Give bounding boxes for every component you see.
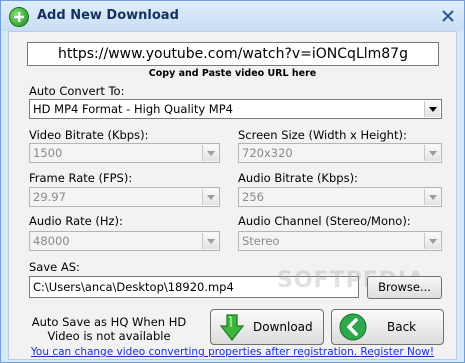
screen-size-select[interactable]: 720x320 <box>238 143 442 163</box>
back-arrow-icon <box>339 313 367 341</box>
auto-convert-select[interactable]: HD MP4 Format - High Quality MP4 <box>29 99 442 119</box>
audio-channel-select[interactable]: Stereo <box>238 231 442 251</box>
audio-rate-select[interactable]: 48000 <box>29 231 220 251</box>
audio-bitrate-value: 256 <box>242 190 264 204</box>
download-button[interactable]: Download <box>210 309 324 345</box>
title-bar: Add New Download <box>1 1 464 31</box>
chevron-down-icon[interactable] <box>424 233 440 249</box>
back-label: Back <box>387 320 417 334</box>
save-as-label: Save AS: <box>29 260 80 274</box>
register-link[interactable]: You can change video converting properti… <box>9 346 456 358</box>
video-bitrate-select[interactable]: 1500 <box>29 143 220 163</box>
auto-convert-value: HD MP4 Format - High Quality MP4 <box>33 102 233 116</box>
download-arrow-icon <box>219 314 245 341</box>
dialog-body: https://www.youtube.com/watch?v=iONCqLlm… <box>8 31 457 360</box>
chevron-down-icon[interactable] <box>202 145 218 161</box>
autosave-note: Auto Save as HQ When HD Video is not ava… <box>25 315 193 343</box>
screen-size-label: Screen Size (Width x Height): <box>238 128 407 142</box>
chevron-down-icon[interactable] <box>424 189 440 205</box>
video-bitrate-label: Video Bitrate (Kbps): <box>29 128 149 142</box>
chevron-down-icon[interactable] <box>424 145 440 161</box>
audio-channel-value: Stereo <box>242 234 280 248</box>
add-plus-icon <box>9 7 29 27</box>
frame-rate-select[interactable]: 29.97 <box>29 187 220 207</box>
screen-size-value: 720x320 <box>242 146 293 160</box>
add-download-window: Add New Download https://www.youtube.com… <box>0 0 465 363</box>
chevron-down-icon[interactable] <box>424 101 440 117</box>
browse-button[interactable]: Browse... <box>367 276 442 299</box>
url-input[interactable]: https://www.youtube.com/watch?v=iONCqLlm… <box>27 42 439 66</box>
back-button[interactable]: Back <box>331 309 444 345</box>
audio-rate-label: Audio Rate (Hz): <box>29 214 123 228</box>
chevron-down-icon[interactable] <box>202 233 218 249</box>
autosave-note-line1: Auto Save as HQ When HD <box>31 315 187 329</box>
download-label: Download <box>253 320 313 334</box>
frame-rate-value: 29.97 <box>33 190 66 204</box>
audio-rate-value: 48000 <box>33 234 70 248</box>
url-hint: Copy and Paste video URL here <box>148 68 317 79</box>
video-bitrate-value: 1500 <box>33 146 63 160</box>
chevron-down-icon[interactable] <box>202 189 218 205</box>
close-icon[interactable] <box>440 8 456 24</box>
audio-channel-label: Audio Channel (Stereo/Mono): <box>238 214 411 228</box>
audio-bitrate-label: Audio Bitrate (Kbps): <box>238 171 358 185</box>
frame-rate-label: Frame Rate (FPS): <box>29 171 133 185</box>
auto-convert-label: Auto Convert To: <box>29 84 125 98</box>
window-title: Add New Download <box>37 8 179 23</box>
autosave-note-line2: Video is not available <box>47 329 171 343</box>
audio-bitrate-select[interactable]: 256 <box>238 187 442 207</box>
